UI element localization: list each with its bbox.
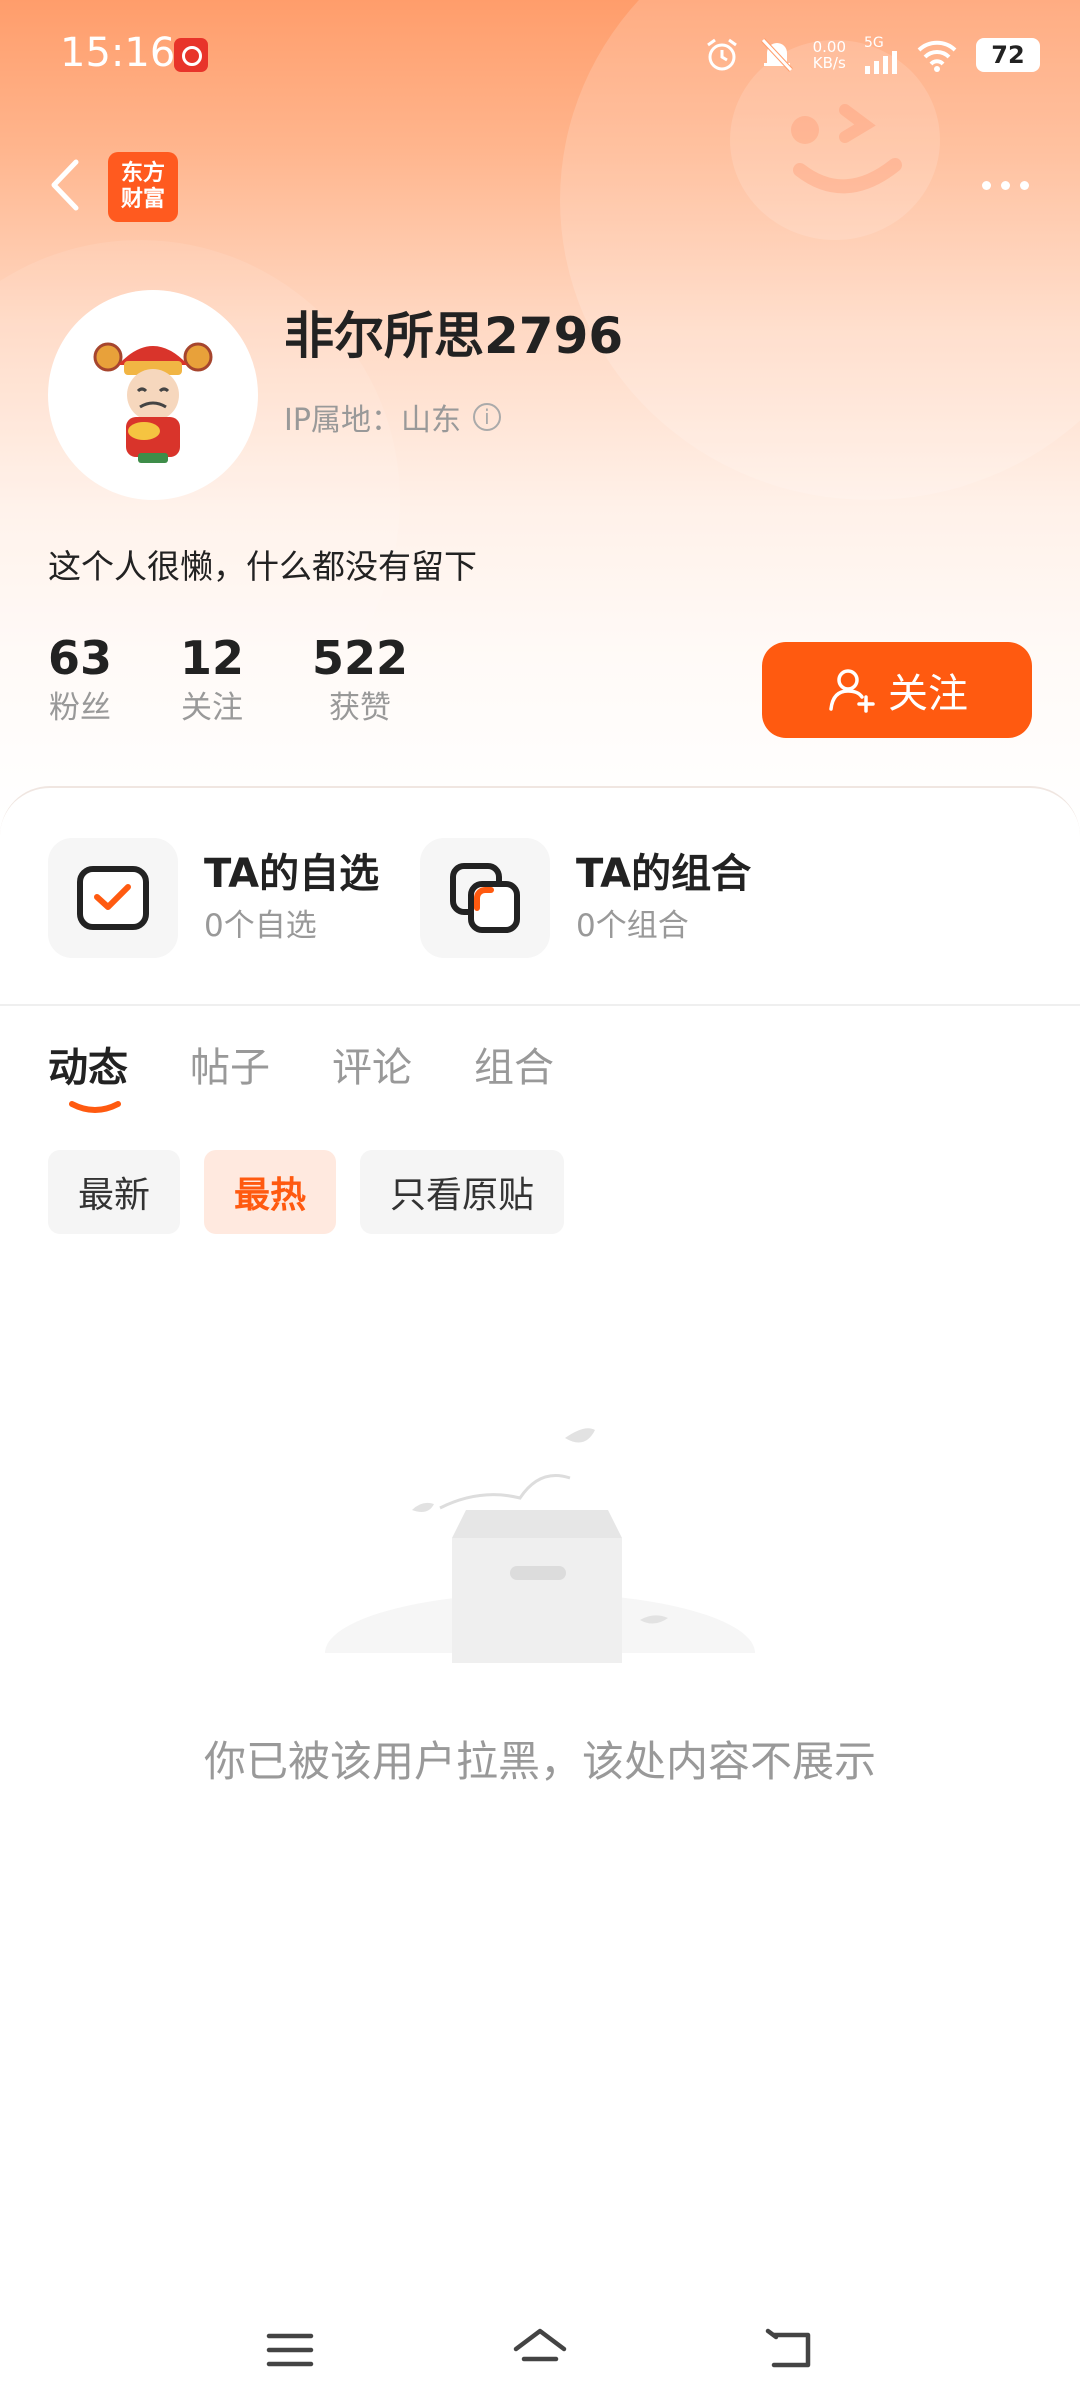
content-tabs: 动态 帖子 评论 组合 — [48, 1038, 554, 1113]
network-type: 5G — [864, 35, 884, 51]
music-app-notification-icon — [174, 38, 208, 72]
portfolio-count: 0个组合 — [576, 908, 689, 944]
user-stats: 63 粉丝 12 关注 522 获赞 — [48, 630, 408, 730]
avatar[interactable] — [48, 290, 258, 500]
username: 非尔所思2796 — [284, 307, 624, 365]
portfolio-icon-tile — [420, 838, 550, 958]
system-navigation-bar — [0, 2300, 1080, 2400]
stat-fans[interactable]: 63 粉丝 — [48, 630, 112, 730]
portfolio-title: TA的组合 — [576, 851, 752, 897]
recent-apps-button[interactable] — [250, 2310, 330, 2390]
alarm-icon — [706, 38, 737, 71]
checkbox-icon — [77, 866, 149, 930]
ip-location: IP属地：山东 i — [284, 395, 501, 439]
user-bio: 这个人很懒，什么都没有留下 — [48, 547, 477, 586]
status-icons: 0.00 KB/s 5G 72 — [703, 30, 1040, 80]
home-button[interactable] — [500, 2310, 580, 2390]
filter-original-only[interactable]: 只看原贴 — [360, 1150, 565, 1234]
battery-indicator: 72 — [976, 38, 1040, 72]
more-options-button[interactable] — [970, 170, 1040, 200]
blocked-message: 你已被该用户拉黑，该处内容不展示 — [203, 1737, 876, 1786]
watchlist-link[interactable]: TA的自选 0个自选 — [48, 838, 379, 958]
back-arrow-icon — [765, 2328, 811, 2368]
cell-signal: 5G — [864, 36, 898, 74]
tab-label: 评论 — [332, 1045, 412, 1091]
content-card: TA的自选 0个自选 TA的组合 0个组合 动态 帖子 评论 组合 最新 最热 … — [0, 786, 1080, 2388]
status-bar: 15:16 0.00 KB/s 5G 72 — [0, 0, 1080, 110]
divider — [0, 1004, 1080, 1006]
stat-label: 获赞 — [329, 690, 392, 726]
active-tab-indicator — [69, 1101, 121, 1113]
back-nav-button[interactable] — [750, 2310, 830, 2390]
stat-label: 粉丝 — [49, 690, 111, 726]
bell-muted-icon — [760, 38, 793, 72]
wifi-icon — [917, 40, 957, 72]
tab-label: 组合 — [474, 1045, 554, 1091]
watchlist-text: TA的自选 0个自选 — [204, 848, 379, 948]
info-icon[interactable]: i — [472, 403, 501, 431]
follow-button[interactable]: 关注 — [762, 642, 1032, 738]
home-icon — [513, 2328, 567, 2362]
tab-posts[interactable]: 帖子 — [190, 1038, 270, 1098]
add-user-icon — [829, 669, 875, 713]
stat-value: 63 — [48, 631, 113, 685]
watchlist-title: TA的自选 — [204, 851, 380, 897]
stat-value: 12 — [180, 631, 245, 685]
network-speed-value: 0.00 — [812, 38, 846, 56]
portfolio-squares-icon — [450, 863, 520, 933]
portfolio-link[interactable]: TA的组合 0个组合 — [420, 838, 751, 958]
app-logo: 东方 财富 — [108, 152, 178, 222]
tab-portfolios[interactable]: 组合 — [474, 1038, 554, 1098]
menu-icon — [266, 2333, 314, 2367]
portfolio-text: TA的组合 0个组合 — [576, 848, 751, 948]
signal-bars-icon — [865, 51, 897, 74]
network-speed: 0.00 KB/s — [813, 39, 846, 71]
fortune-god-avatar-icon — [93, 342, 213, 463]
stat-following[interactable]: 12 关注 — [180, 630, 244, 730]
network-speed-unit: KB/s — [812, 54, 846, 72]
chevron-left-icon — [51, 159, 79, 211]
back-button[interactable] — [40, 150, 90, 220]
tab-activity[interactable]: 动态 — [48, 1038, 128, 1113]
tab-comments[interactable]: 评论 — [332, 1038, 412, 1098]
dot — [1000, 180, 1010, 190]
dot — [1019, 180, 1029, 190]
filter-hottest[interactable]: 最热 — [204, 1150, 337, 1234]
tab-label: 帖子 — [190, 1045, 270, 1091]
status-time: 15:16 — [60, 30, 176, 76]
sort-filters: 最新 最热 只看原贴 — [48, 1150, 565, 1234]
empty-box-illustration — [300, 1428, 780, 1678]
stat-value: 522 — [312, 631, 409, 685]
watchlist-count: 0个自选 — [204, 908, 317, 944]
filter-latest[interactable]: 最新 — [48, 1150, 181, 1234]
watchlist-icon-tile — [48, 838, 178, 958]
stat-likes: 522 获赞 — [312, 630, 408, 730]
stat-label: 关注 — [181, 690, 244, 726]
ip-location-text: IP属地：山东 — [284, 403, 461, 438]
dot — [981, 180, 991, 190]
tab-label: 动态 — [48, 1045, 128, 1091]
follow-button-label: 关注 — [888, 671, 968, 717]
